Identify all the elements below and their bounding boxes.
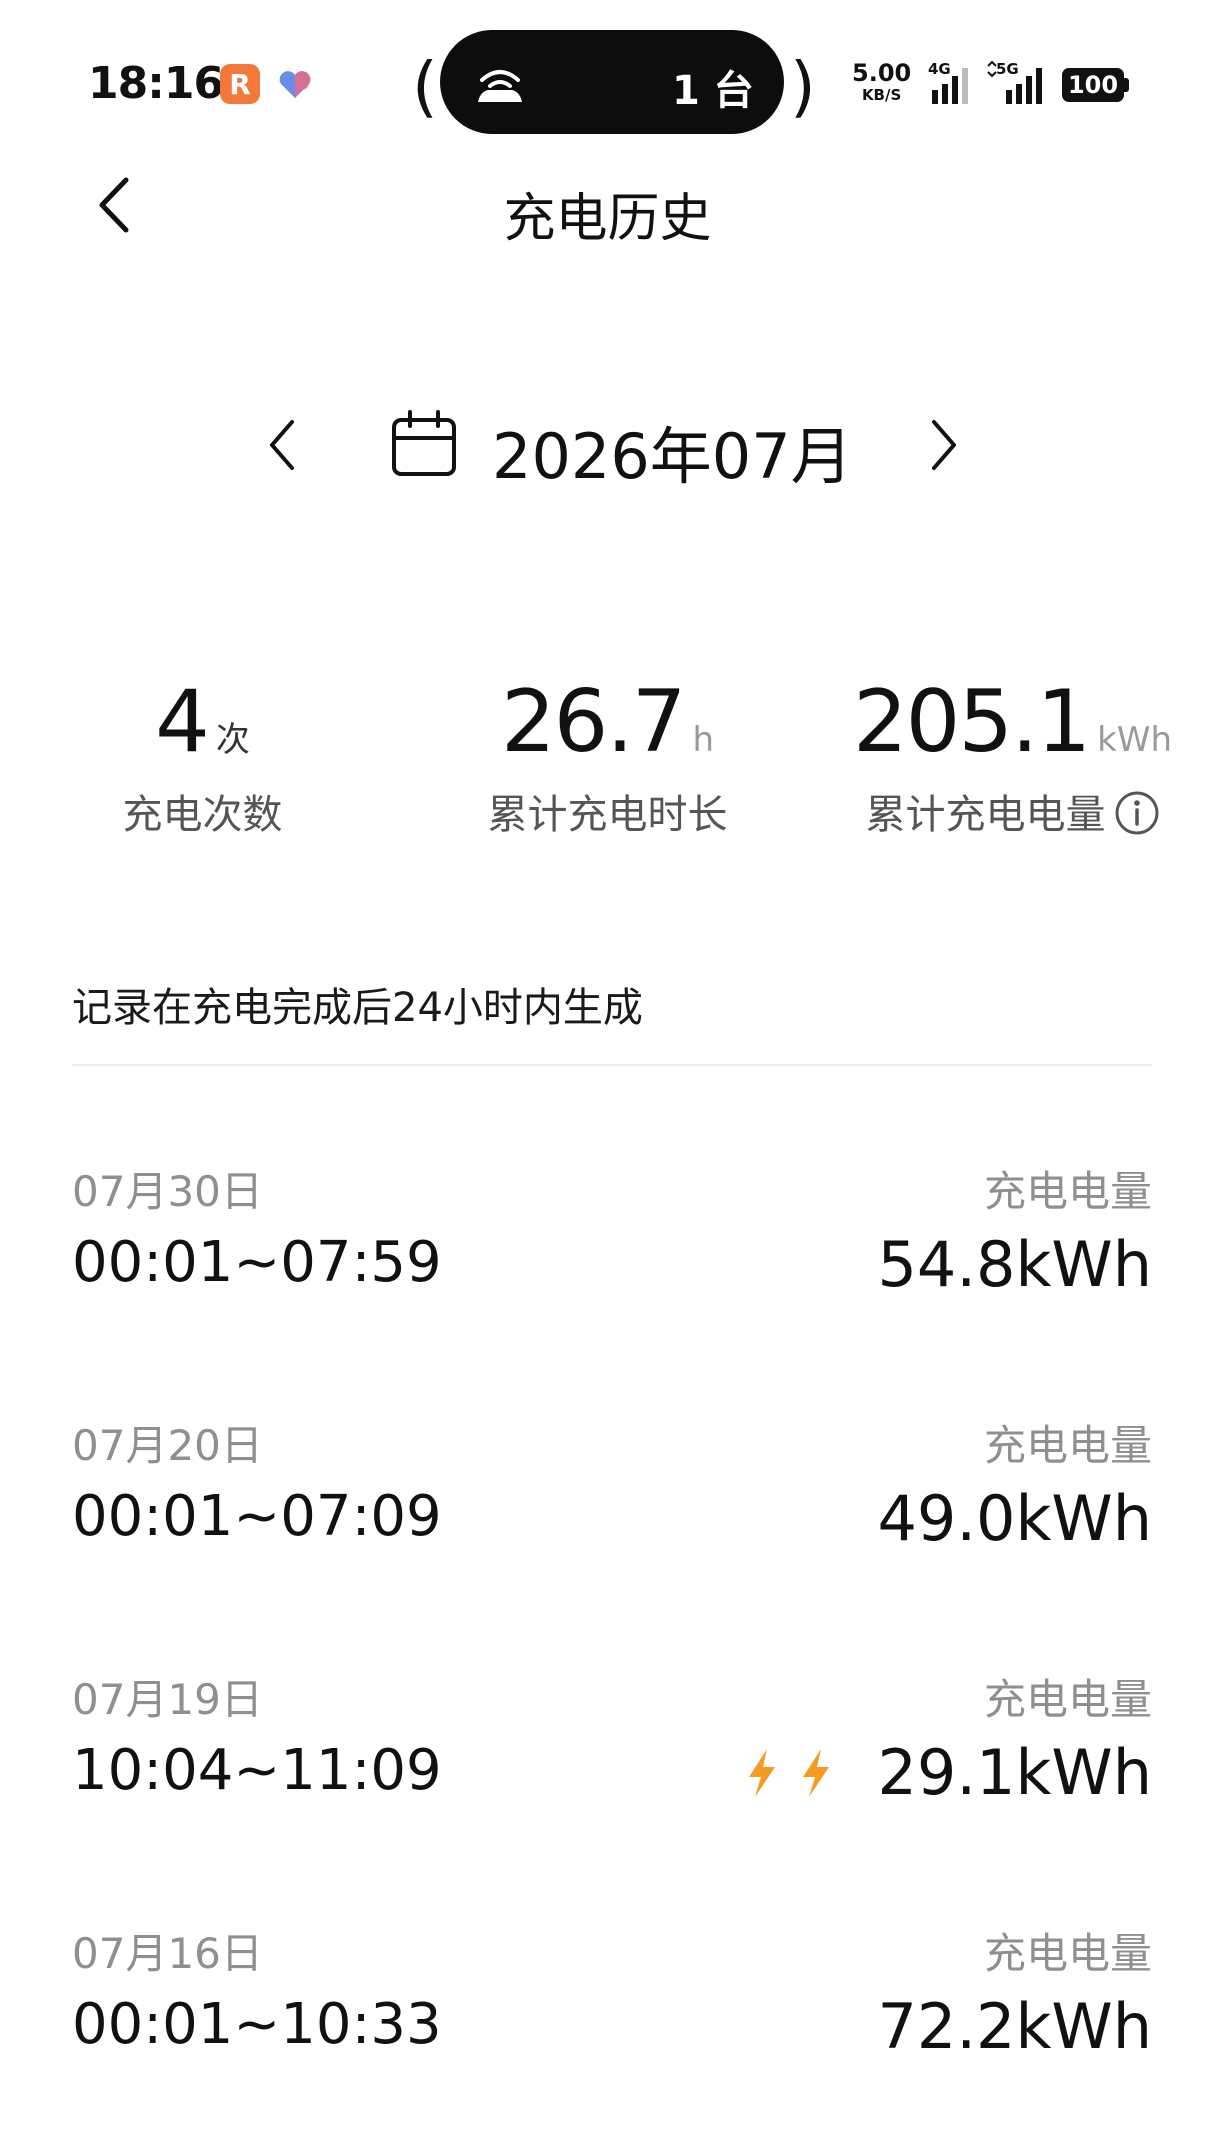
svg-text:4G: 4G	[928, 60, 951, 78]
record-item[interactable]: 07月19日 10:04~11:09 充电电量 29.1kWh	[72, 1666, 1152, 1846]
lightning-bolt-icon	[803, 1748, 830, 1797]
status-time: 18:16	[88, 58, 224, 109]
stat-unit: h	[692, 720, 715, 760]
month-label[interactable]: 2026年07月	[492, 406, 853, 496]
record-label: 充电电量	[983, 1929, 1152, 1978]
signal-4g-icon: 4G	[928, 60, 968, 104]
record-note: 记录在充电完成后24小时内生成	[72, 985, 643, 1031]
stat-label: 累计充电电量	[865, 792, 1106, 838]
stat-charge-energy: 205.1 kWh 累计充电电量	[810, 672, 1215, 840]
network-speed: 5.00 KB/S	[852, 59, 912, 104]
previous-month-button[interactable]	[262, 410, 302, 480]
info-icon[interactable]	[1114, 790, 1160, 836]
calendar-icon[interactable]	[390, 410, 458, 478]
stat-unit: kWh	[1097, 720, 1173, 760]
divider	[72, 1064, 1152, 1066]
record-value: 49.0kWh	[877, 1482, 1152, 1555]
battery-tip	[1124, 78, 1129, 92]
next-month-button[interactable]	[924, 410, 964, 480]
record-date: 07月20日	[72, 1421, 263, 1470]
record-time: 00:01~10:33	[72, 1992, 442, 2057]
car-wifi-icon	[478, 70, 522, 102]
stat-value: 4	[155, 672, 210, 772]
signal-5g-icon: 5G	[987, 60, 1042, 104]
record-item[interactable]: 07月16日 00:01~10:33 充电电量 72.2kWh	[72, 1920, 1152, 2100]
app-notification-icon: R	[220, 64, 260, 104]
stat-label: 充电次数	[122, 792, 283, 838]
record-label: 充电电量	[983, 1675, 1152, 1724]
island-device-count: 1 台	[672, 68, 754, 114]
battery-indicator: 100	[1062, 68, 1124, 102]
record-label: 充电电量	[983, 1421, 1152, 1470]
stat-charge-count: 4次 充电次数	[0, 672, 405, 840]
page-title: 充电历史	[503, 189, 712, 249]
record-time: 10:04~11:09	[72, 1738, 442, 1803]
island-bracket-left: (	[412, 48, 438, 125]
record-date: 07月19日	[72, 1675, 263, 1724]
lightning-bolt-icon	[749, 1748, 776, 1797]
record-label: 充电电量	[983, 1167, 1152, 1216]
fast-charge-indicator	[745, 1747, 853, 1799]
record-value: 72.2kWh	[877, 1990, 1152, 2063]
record-value: 29.1kWh	[877, 1736, 1152, 1809]
heart-icon	[279, 71, 311, 98]
record-item[interactable]: 07月20日 00:01~07:09 充电电量 49.0kWh	[72, 1412, 1152, 1592]
record-time: 00:01~07:09	[72, 1484, 442, 1549]
record-value: 54.8kWh	[877, 1228, 1152, 1301]
stat-charge-duration: 26.7 h 累计充电时长	[405, 672, 810, 840]
stat-unit: 次	[215, 720, 250, 760]
stat-label: 累计充电时长	[487, 792, 728, 838]
record-time: 00:01~07:59	[72, 1230, 442, 1295]
record-date: 07月16日	[72, 1929, 263, 1978]
stat-value: 205.1	[852, 672, 1091, 772]
record-item[interactable]: 07月30日 00:01~07:59 充电电量 54.8kWh	[72, 1158, 1152, 1338]
record-date: 07月30日	[72, 1167, 263, 1216]
island-bracket-right: )	[790, 48, 816, 125]
svg-text:5G: 5G	[996, 60, 1019, 78]
stat-value: 26.7	[500, 672, 686, 772]
